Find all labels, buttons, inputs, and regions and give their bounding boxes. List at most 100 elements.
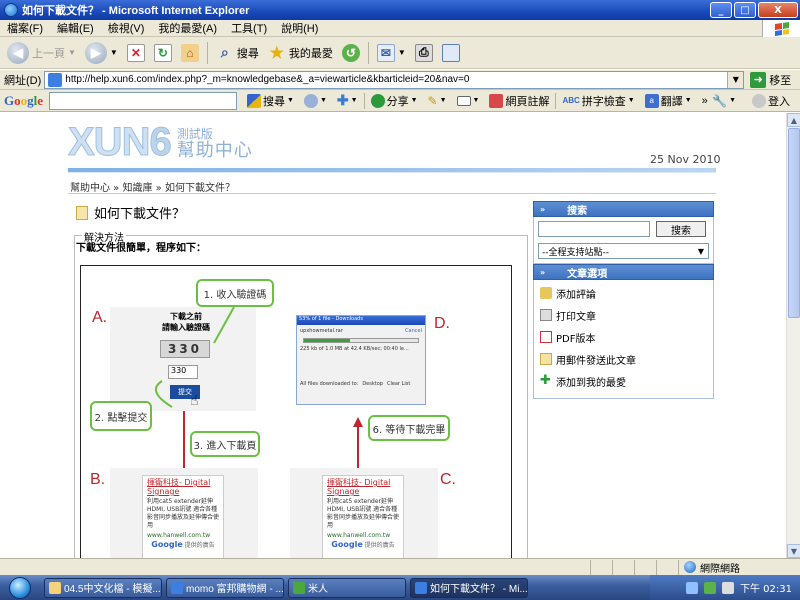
task-label: 如何下載文件？ - Mi... <box>430 584 528 595</box>
volume-icon[interactable] <box>722 581 734 594</box>
home-button[interactable]: ⌂ <box>178 40 202 66</box>
address-url[interactable]: http://help.xun6.com/index.php?_m=knowle… <box>65 74 727 85</box>
network-icon[interactable] <box>686 581 698 594</box>
google-add-button[interactable]: ✚ ▼ <box>333 91 362 111</box>
kb-search-input[interactable] <box>538 221 650 237</box>
status-divider <box>656 559 657 575</box>
tray-app-icon[interactable] <box>704 581 716 594</box>
chevron-down-icon: ▼ <box>472 97 480 104</box>
back-button[interactable]: ◀ 上一頁 ▼ <box>4 40 79 66</box>
google-sites-button[interactable]: ▼ <box>300 91 331 111</box>
comment-icon <box>540 287 552 299</box>
scroll-up-icon[interactable]: ▲ <box>787 113 800 127</box>
start-button[interactable] <box>0 575 40 600</box>
address-input[interactable]: http://help.xun6.com/index.php?_m=knowle… <box>44 70 745 89</box>
option-print[interactable]: 打印文章 <box>538 304 709 326</box>
search-label: 搜尋 <box>236 47 259 60</box>
favorites-button[interactable]: ★ 我的最愛 <box>265 40 336 66</box>
share-label: 分享 <box>386 95 409 108</box>
globe-icon <box>684 561 696 573</box>
taskbar-item[interactable]: 米人 <box>288 577 406 598</box>
window-controls: _ □ X <box>710 2 798 18</box>
history-button[interactable]: ↺ <box>339 40 363 66</box>
maximize-button[interactable]: □ <box>734 2 756 18</box>
share-icon <box>370 93 385 108</box>
google-logo: Google <box>4 92 44 108</box>
taskbar-item-active[interactable]: 如何下載文件？ - Mi... <box>410 577 528 598</box>
favorites-label: 我的最愛 <box>288 47 333 60</box>
back-label: 上一頁 <box>32 47 65 60</box>
google-search-button[interactable]: 搜尋 ▼ <box>243 91 298 111</box>
scroll-thumb[interactable] <box>788 128 800 318</box>
go-button[interactable]: ➜ 移至 <box>750 71 792 88</box>
option-favorite[interactable]: ✚ 添加到我的最愛 <box>538 370 709 392</box>
stop-button[interactable]: ✕ <box>124 40 148 66</box>
menu-favorites[interactable]: 我的最愛(A) <box>151 20 224 36</box>
kb-search-button[interactable]: 搜索 <box>656 221 706 237</box>
menu-file[interactable]: 檔案(F) <box>0 20 50 36</box>
chevron-down-icon[interactable]: ▼ <box>727 71 744 88</box>
logo-help-center: 幫助中心 <box>176 140 253 161</box>
menu-bar: 檔案(F) 編輯(E) 檢視(V) 我的最愛(A) 工具(T) 說明(H) <box>0 20 800 37</box>
close-button[interactable]: X <box>758 2 798 18</box>
menu-view[interactable]: 檢視(V) <box>101 20 152 36</box>
chevron-down-icon: ▼ <box>684 97 692 104</box>
option-email[interactable]: 用郵件發送此文章 <box>538 348 709 370</box>
printer-icon: ⎙ <box>414 43 433 62</box>
page-date: 25 Nov 2010 <box>650 153 721 166</box>
menu-help[interactable]: 說明(H) <box>274 20 325 36</box>
page-icon <box>48 72 63 87</box>
status-divider <box>634 559 635 575</box>
mail-icon: ✉ <box>376 43 395 62</box>
minimize-button[interactable]: _ <box>710 2 732 18</box>
taskbar-item[interactable]: 04.5中文化檔 - 模擬... <box>44 577 162 598</box>
ad-title: 揮衛科技- Digital Signage <box>147 478 211 496</box>
ad-box-c: 揮衛科技- Digital Signage 利用cat5 extender延伸H… <box>322 475 404 558</box>
site-logo[interactable]: XUN6 測試版 幫助中心 <box>67 122 253 163</box>
search-header: » 搜索 <box>533 201 714 217</box>
google-search-input[interactable] <box>49 91 238 110</box>
translate-button[interactable]: a 翻譯 ▼ <box>641 91 696 111</box>
ad-box-b: 揮衛科技- Digital Signage 利用cat5 extender延伸H… <box>142 475 224 558</box>
standard-toolbar: ◀ 上一頁 ▼ ▶ ▼ ✕ ↻ ⌂ ⌕ 搜尋 ★ 我的最愛 ↺ ✉ ▼ ⎙ <box>0 37 800 69</box>
share-button[interactable]: 分享 ▼ <box>367 91 422 111</box>
taskbar-item[interactable]: momo 富邦購物網 - ... <box>166 577 284 598</box>
spellcheck-button[interactable]: ABC 拼字檢查 ▼ <box>558 91 638 111</box>
forward-button[interactable]: ▶ ▼ <box>82 40 121 66</box>
menu-tools[interactable]: 工具(T) <box>224 20 274 36</box>
menu-edit[interactable]: 編輯(E) <box>50 20 101 36</box>
mail-button[interactable]: ✉ ▼ <box>374 40 409 66</box>
chevron-down-icon: ▼ <box>627 97 635 104</box>
security-zone: 網際網路 <box>684 560 740 575</box>
edit-button[interactable] <box>439 40 463 66</box>
windows-orb-icon <box>9 576 31 599</box>
site-select[interactable]: --全程支持站點-- ▼ <box>538 243 709 259</box>
status-divider <box>678 559 679 575</box>
search-button[interactable]: ⌕ 搜尋 <box>213 40 262 66</box>
breadcrumb[interactable]: 幫助中心 » 知識庫 » 如何下載文件？ <box>70 179 235 194</box>
chevron-right-icon: » <box>540 267 546 277</box>
login-button[interactable]: 登入 <box>748 91 794 111</box>
annotate-button[interactable]: 網頁註解 <box>485 91 553 111</box>
clock[interactable]: 下午 02:31 <box>740 580 792 595</box>
options-body: 添加評論 打印文章 PDF版本 用郵件發送此文章 ✚ 添加到我的最愛 <box>533 280 714 399</box>
google-settings-button[interactable]: 🔧 ▼ <box>708 91 740 111</box>
login-label: 登入 <box>768 95 790 108</box>
window-button[interactable]: ▼ <box>453 91 484 111</box>
option-pdf[interactable]: PDF版本 <box>538 326 709 348</box>
download-clear: Clear List <box>386 381 411 387</box>
option-add-comment[interactable]: 添加評論 <box>538 282 709 304</box>
refresh-button[interactable]: ↻ <box>151 40 175 66</box>
wrench-icon: 🔧 <box>712 93 728 108</box>
vertical-scrollbar[interactable]: ▲ ▼ <box>786 113 800 558</box>
print-button[interactable]: ⎙ <box>412 40 436 66</box>
task-label: momo 富邦購物網 - ... <box>186 584 284 595</box>
google-toolbar: Google 搜尋 ▼ ▼ ✚ ▼ 分享 ▼ ✎ ▼ ▼ 網頁註解 ABC 拼字… <box>0 90 800 112</box>
highlight-button[interactable]: ✎ ▼ <box>424 91 451 111</box>
pencil-icon: ✎ <box>427 93 438 108</box>
spellcheck-label: 拼字檢查 <box>581 95 626 108</box>
scroll-down-icon[interactable]: ▼ <box>787 544 800 558</box>
history-icon: ↺ <box>341 43 360 62</box>
toolbar-separator <box>555 92 557 109</box>
go-label: 移至 <box>769 74 792 87</box>
